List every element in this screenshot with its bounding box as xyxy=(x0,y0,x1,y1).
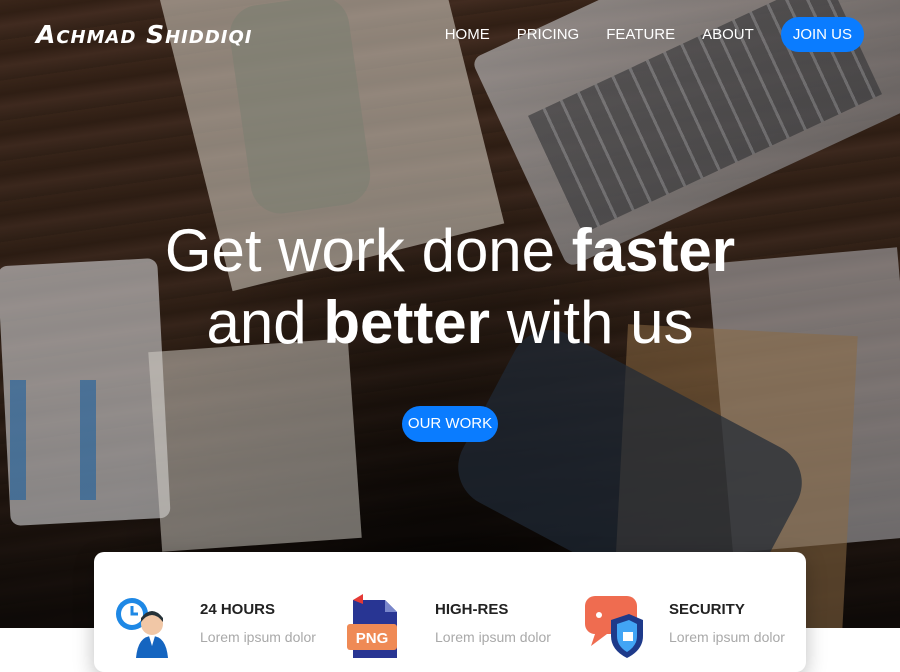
headline-bold-text: better xyxy=(323,289,491,356)
hero-section: Achmad Shiddiqi HOME PRICING FEATURE ABO… xyxy=(0,0,900,628)
nav-pricing[interactable]: PRICING xyxy=(517,26,580,43)
feature-text: Lorem ipsum dolor xyxy=(669,629,785,645)
clock-person-icon xyxy=(116,598,168,658)
png-file-icon: PNG xyxy=(347,594,397,658)
brand-logo[interactable]: Achmad Shiddiqi xyxy=(36,20,252,49)
headline-light-text: with us xyxy=(490,289,694,356)
feature-item: SECURITY Lorem ipsum dolor xyxy=(563,552,785,662)
headline-light-text: Get work done xyxy=(164,217,572,284)
feature-item: PNG HIGH-RES Lorem ipsum dolor xyxy=(329,552,551,662)
feature-title: SECURITY xyxy=(669,601,745,618)
top-nav: HOME PRICING FEATURE ABOUT JOIN US xyxy=(445,17,864,52)
nav-home[interactable]: HOME xyxy=(445,26,490,43)
nav-feature[interactable]: FEATURE xyxy=(606,26,675,43)
feature-text: Lorem ipsum dolor xyxy=(435,629,551,645)
headline-light-text: and xyxy=(206,289,324,356)
features-card: 24 HOURS Lorem ipsum dolor PNG HIGH-RES … xyxy=(94,552,806,672)
feature-item: 24 HOURS Lorem ipsum dolor xyxy=(94,552,316,662)
background-document xyxy=(148,338,362,552)
feature-title: HIGH-RES xyxy=(435,601,509,618)
png-label: PNG xyxy=(356,630,389,647)
nav-about[interactable]: ABOUT xyxy=(702,26,754,43)
shield-chat-icon xyxy=(585,596,643,658)
our-work-button[interactable]: OUR WORK xyxy=(402,406,498,442)
background-chart xyxy=(10,380,130,500)
hero-headline-line1: Get work done faster xyxy=(0,215,900,287)
feature-text: Lorem ipsum dolor xyxy=(200,629,316,645)
headline-bold-text: faster xyxy=(571,217,736,284)
join-us-button[interactable]: JOIN US xyxy=(780,17,864,52)
feature-title: 24 HOURS xyxy=(200,601,276,618)
hero-headline-line2: and better with us xyxy=(0,287,900,359)
